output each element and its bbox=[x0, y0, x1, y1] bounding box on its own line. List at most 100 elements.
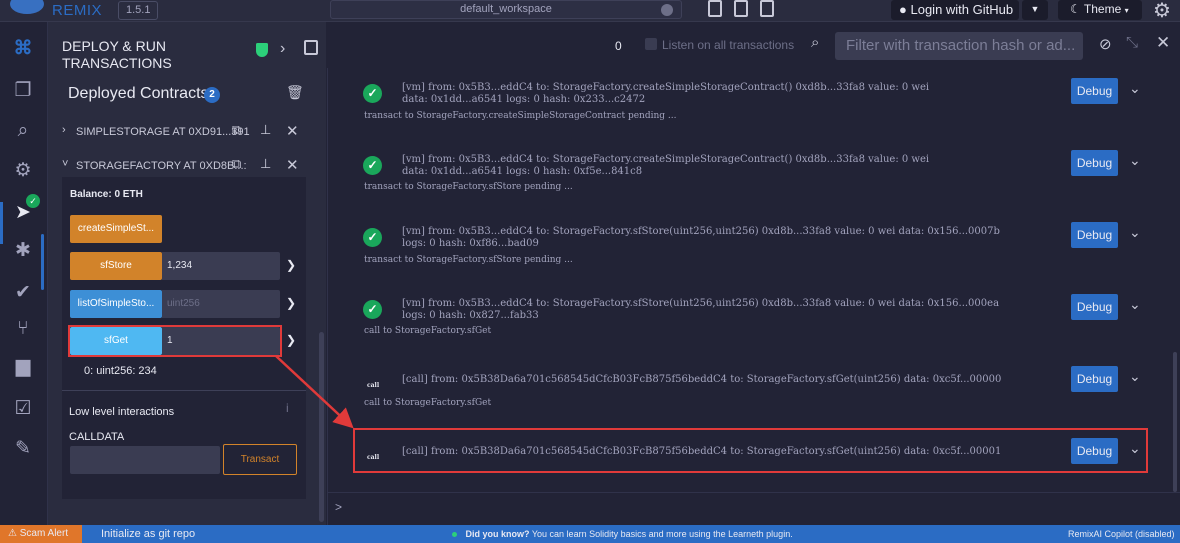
calldata-input[interactable] bbox=[70, 446, 220, 474]
pin-icon[interactable]: ⊥ bbox=[260, 156, 271, 172]
expand-log-chevron-down-icon[interactable]: ⌄ bbox=[1129, 152, 1141, 169]
status-bar: ⚠ Scam Alert Initialize as git repo Did … bbox=[0, 525, 1180, 543]
layout-left-icon[interactable] bbox=[708, 0, 722, 17]
list-of-simple-storage-input[interactable]: uint256 bbox=[162, 290, 280, 318]
deploy-run-icon[interactable]: ➤ bbox=[10, 200, 36, 226]
workspace-select[interactable]: default_workspace bbox=[330, 0, 682, 19]
transact-button[interactable]: Transact bbox=[223, 444, 297, 475]
file-explorer-icon[interactable]: ❐ bbox=[10, 78, 36, 104]
listen-all-label: Listen on all transactions bbox=[662, 38, 795, 52]
log-line-1: [vm] from: 0x5B3...eddC4 to: StorageFact… bbox=[402, 298, 1000, 309]
scam-alert-button[interactable]: ⚠ Scam Alert bbox=[0, 525, 82, 543]
github-icon: ● bbox=[899, 2, 907, 17]
sfstore-input[interactable]: 1,234 bbox=[162, 252, 280, 280]
checklist-icon[interactable]: ☑ bbox=[10, 396, 36, 422]
workspace-name: default_workspace bbox=[460, 3, 552, 15]
plugin-manager-icon[interactable]: ✎ bbox=[10, 436, 36, 462]
success-check-icon: ✓ bbox=[363, 156, 382, 175]
pending-tx-count: 0 bbox=[615, 39, 622, 53]
pin-icon[interactable]: ⊥ bbox=[260, 122, 271, 138]
sfget-highlight-box bbox=[68, 325, 282, 357]
panel-title: DEPLOY & RUN TRANSACTIONS bbox=[62, 38, 172, 71]
sfget-expand-chevron-down-icon[interactable]: ❯ bbox=[286, 333, 296, 347]
contract-row-storagefactory[interactable]: ˅ STORAGEFACTORY AT 0XD8B...: ⧉ ⊥ ✕ bbox=[62, 156, 310, 178]
log-line-1: [vm] from: 0x5B3...eddC4 to: StorageFact… bbox=[402, 226, 1000, 237]
login-github-button[interactable]: ● Login with GitHub bbox=[891, 0, 1019, 20]
terminal-prompt[interactable]: > bbox=[335, 500, 342, 514]
learneth-icon[interactable]: ▆ bbox=[10, 354, 36, 380]
warning-icon: ⚠ bbox=[8, 528, 17, 539]
chevron-down-icon[interactable]: ˅ bbox=[62, 158, 68, 170]
copy-icon[interactable]: ⧉ bbox=[232, 122, 241, 138]
trash-icon[interactable]: 🗑 bbox=[286, 84, 304, 101]
log-line-1: [call] from: 0x5B38Da6a701c568545dCfcB03… bbox=[402, 374, 1002, 385]
contract-row-simplestorage[interactable]: › SIMPLESTORAGE AT 0XD91...391 ⧉ ⊥ ✕ bbox=[62, 122, 310, 144]
close-icon[interactable]: ✕ bbox=[286, 156, 299, 174]
listen-all-checkbox[interactable] bbox=[645, 38, 657, 50]
expand-log-chevron-down-icon[interactable]: ⌄ bbox=[1129, 368, 1141, 385]
remix-logo-icon bbox=[10, 0, 44, 14]
log-line-1: [vm] from: 0x5B3...eddC4 to: StorageFact… bbox=[402, 154, 930, 165]
dock-panel-icon[interactable] bbox=[304, 40, 318, 55]
transaction-filter-input[interactable]: Filter with transaction hash or ad... bbox=[835, 32, 1083, 60]
debug-button[interactable]: Debug bbox=[1071, 150, 1118, 176]
collapse-terminal-icon[interactable]: ⤡ bbox=[1126, 34, 1138, 51]
top-bar: REMIX 1.5.1 default_workspace ● Login wi… bbox=[0, 0, 1180, 22]
git-icon[interactable]: ⑂ bbox=[10, 316, 36, 342]
copy-icon[interactable]: ⧉ bbox=[232, 156, 241, 172]
close-terminal-icon[interactable]: ✕ bbox=[1156, 33, 1170, 53]
log-followup: call to StorageFactory.sfGet bbox=[364, 398, 492, 408]
expand-log-chevron-down-icon[interactable]: ⌄ bbox=[1129, 80, 1141, 97]
remix-home-icon[interactable]: ⌘ bbox=[10, 36, 36, 62]
create-simple-storage-button[interactable]: createSimpleSt... bbox=[70, 215, 162, 243]
sfget-result: 0: uint256: 234 bbox=[84, 365, 157, 377]
solidity-compiler-icon[interactable]: ⚙ bbox=[10, 158, 36, 184]
terminal-panel: 0 Listen on all transactions ⌕ Filter wi… bbox=[327, 22, 1180, 525]
divider bbox=[62, 390, 306, 391]
log-line-2: logs: 0 hash: 0x827...fab33 bbox=[402, 310, 539, 321]
app-name: REMIX bbox=[52, 2, 103, 19]
terminal-scrollbar[interactable] bbox=[1173, 352, 1177, 492]
settings-gear-icon[interactable]: ⚙ bbox=[1153, 0, 1171, 23]
search-plugin-icon[interactable]: ⌕ bbox=[10, 118, 36, 144]
layout-right-icon[interactable] bbox=[760, 0, 774, 17]
list-expand-chevron-down-icon[interactable]: ❯ bbox=[286, 296, 296, 310]
moon-icon: ☾ bbox=[1070, 2, 1081, 16]
icon-sidebar: ⌘ ❐ ⌕ ⚙ ✓ ➤ ✱ ✔ ⑂ ▆ ☑ ✎ bbox=[0, 22, 48, 525]
chevron-right-icon[interactable]: › bbox=[280, 40, 285, 58]
contract-name: SIMPLESTORAGE AT 0XD91...391 bbox=[76, 126, 250, 138]
log-followup: transact to StorageFactory.createSimpleS… bbox=[364, 111, 677, 121]
debug-button[interactable]: Debug bbox=[1071, 222, 1118, 248]
theme-button[interactable]: ☾ Theme ▾ bbox=[1058, 0, 1142, 20]
debugger-icon[interactable]: ✱ bbox=[10, 238, 36, 264]
success-check-icon: ✓ bbox=[363, 300, 382, 319]
chevron-right-icon[interactable]: › bbox=[62, 124, 66, 136]
panel-scrollbar[interactable] bbox=[319, 332, 324, 522]
sfstore-expand-chevron-down-icon[interactable]: ❯ bbox=[286, 258, 296, 272]
deploy-run-panel: DEPLOY & RUN TRANSACTIONS › Deployed Con… bbox=[48, 22, 326, 525]
expand-log-chevron-down-icon[interactable]: ⌄ bbox=[1129, 296, 1141, 313]
clear-console-icon[interactable]: ⊘ bbox=[1099, 35, 1112, 53]
prompt-divider bbox=[327, 492, 1180, 493]
layout-bottom-icon[interactable] bbox=[734, 0, 748, 17]
close-icon[interactable]: ✕ bbox=[286, 122, 299, 140]
debug-button[interactable]: Debug bbox=[1071, 294, 1118, 320]
active-plugin-marker bbox=[0, 202, 3, 244]
git-init-link[interactable]: Initialize as git repo bbox=[101, 528, 195, 540]
copilot-status[interactable]: RemixAI Copilot (disabled) bbox=[1068, 529, 1175, 539]
info-icon[interactable]: i bbox=[286, 401, 289, 415]
success-check-icon: ✓ bbox=[363, 228, 382, 247]
list-of-simple-storage-button[interactable]: listOfSimpleSto... bbox=[70, 290, 162, 318]
log-line-2: data: 0x1dd...a6541 logs: 0 hash: 0xf5e.… bbox=[402, 166, 643, 177]
tip-bold: Did you know? bbox=[465, 529, 530, 539]
terminal-divider bbox=[327, 22, 328, 525]
theme-label: Theme bbox=[1083, 2, 1122, 16]
debug-button[interactable]: Debug bbox=[1071, 366, 1118, 392]
expand-log-chevron-down-icon[interactable]: ⌄ bbox=[1129, 224, 1141, 241]
debug-button[interactable]: Debug bbox=[1071, 78, 1118, 104]
log-followup: transact to StorageFactory.sfStore pendi… bbox=[364, 255, 573, 265]
sfstore-button[interactable]: sfStore bbox=[70, 252, 162, 280]
solidity-unit-testing-icon[interactable]: ✔ bbox=[10, 280, 36, 306]
tip-text: You can learn Solidity basics and more u… bbox=[531, 529, 793, 539]
login-dropdown-caret-icon[interactable]: ▼ bbox=[1022, 0, 1048, 20]
